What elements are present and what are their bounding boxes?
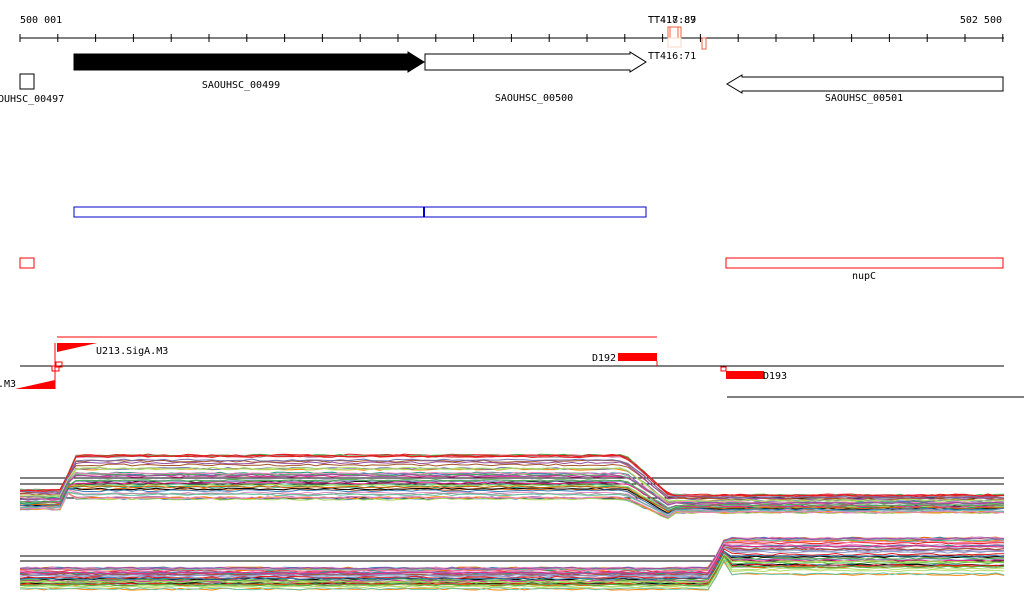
promoter-label: .M3 — [0, 379, 16, 390]
expression-line — [19, 458, 1005, 499]
gene-label: SAOUHSC_00500 — [495, 93, 573, 104]
terminator-label: TT418:87 — [648, 15, 696, 26]
gene-SAOUHSC_00497[interactable] — [19, 73, 35, 90]
terminator-mark[interactable] — [669, 26, 679, 39]
d193-block[interactable] — [726, 371, 764, 379]
regulon-label: nupC — [852, 271, 876, 282]
regulon-track: nupC — [19, 257, 1004, 282]
expression-track-1 — [19, 453, 1005, 520]
regulon-feature[interactable] — [19, 257, 35, 269]
d193-label: D193 — [763, 371, 787, 382]
coordinate-ruler: 500 001 502 500 — [19, 15, 1004, 42]
operon-bar[interactable] — [73, 206, 647, 218]
terminator-label: TT416:71 — [648, 51, 696, 62]
operon-track — [73, 206, 647, 218]
promoter-track: U213.SigA.M3 .M3 D192 D193 — [0, 336, 1024, 398]
gene-label: SAOUHSC_00499 — [202, 80, 280, 91]
gene-label: SAOUHSC_00501 — [825, 93, 903, 104]
gene-SAOUHSC_00499[interactable] — [73, 51, 425, 73]
terminator-mark[interactable] — [667, 37, 682, 48]
gene-SAOUHSC_00501[interactable] — [726, 74, 1004, 94]
gene-SAOUHSC_00500[interactable] — [424, 51, 647, 73]
promoter-icon[interactable] — [15, 380, 55, 389]
expression-track-2 — [19, 536, 1005, 591]
d192-label: D192 — [592, 353, 616, 364]
gene-track: OUHSC_00497 SAOUHSC_00499 SAOUHSC_00500 … — [0, 51, 1004, 105]
ruler-start-label: 500 001 — [20, 15, 62, 26]
promoter-icon[interactable] — [57, 343, 97, 352]
genome-browser-canvas: 500 001 502 500 TT417:89 TT418:87 TT416:… — [0, 15, 1024, 591]
ruler-end-label: 502 500 — [960, 15, 1002, 26]
terminator-mark[interactable] — [701, 37, 707, 50]
promoter-label: U213.SigA.M3 — [96, 346, 168, 357]
regulon-feature-nupC[interactable] — [725, 257, 1004, 269]
d192-block[interactable] — [618, 353, 657, 361]
gene-label: OUHSC_00497 — [0, 94, 64, 105]
